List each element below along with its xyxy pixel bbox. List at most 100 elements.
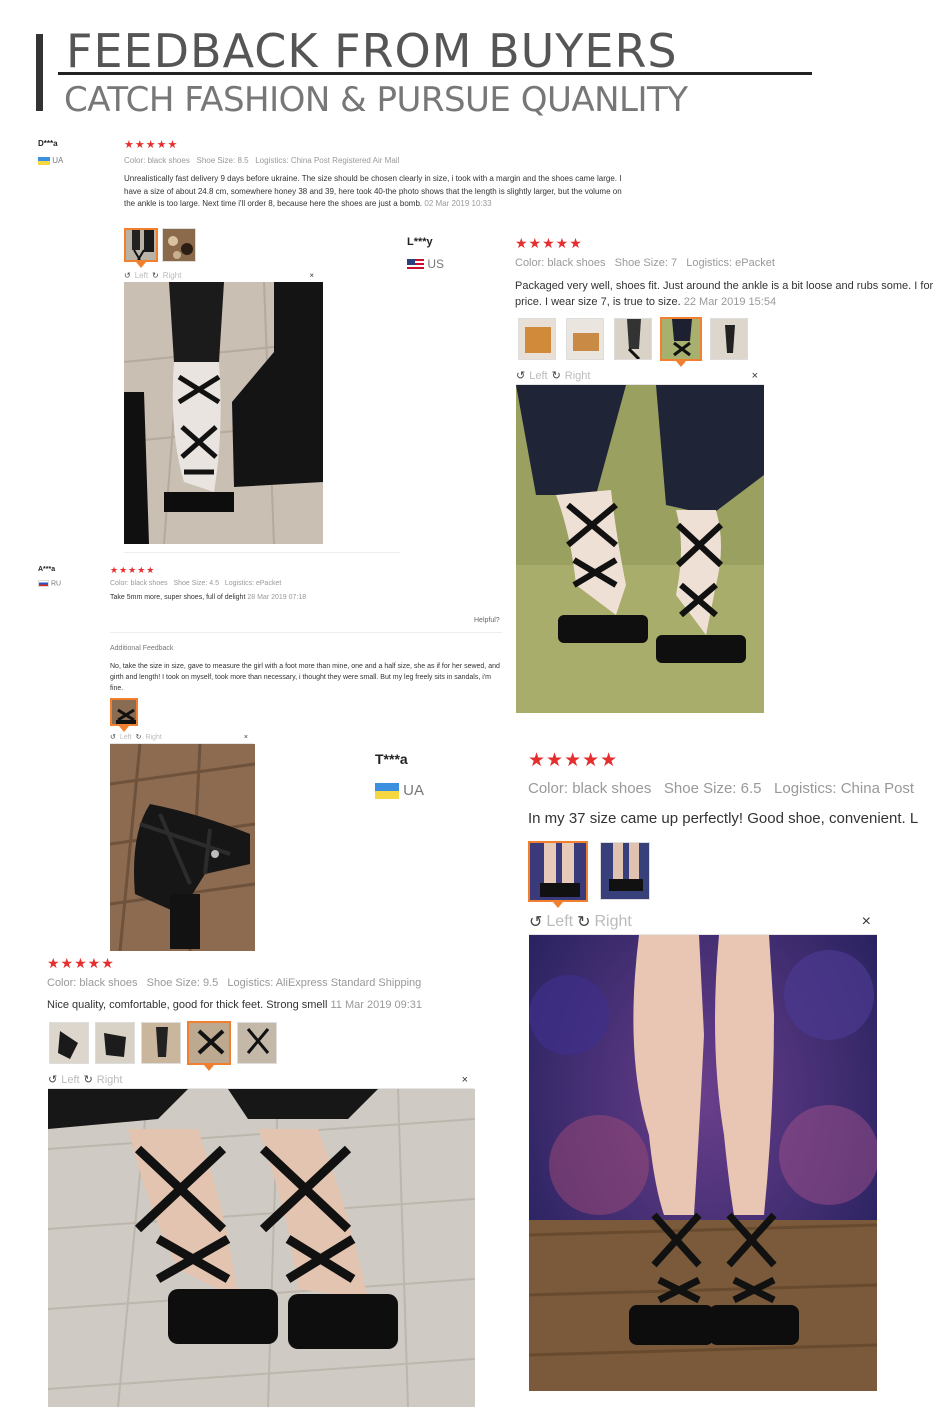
review-thumbnail[interactable]	[566, 318, 604, 360]
review-thumbnail[interactable]	[660, 317, 702, 361]
review-thumbnail[interactable]	[710, 318, 748, 360]
rotate-left-button[interactable]: Left	[529, 370, 547, 382]
logistics-label: Logistics:	[227, 977, 274, 989]
usa-flag-icon	[407, 259, 424, 271]
review-meta: Color: black shoes Shoe Size: 7 Logistic…	[515, 257, 775, 269]
star-rating: ★★★★★	[515, 235, 583, 251]
russia-flag-icon	[38, 580, 49, 587]
close-icon[interactable]: ×	[244, 734, 248, 741]
color-value: black shoes	[572, 780, 652, 797]
rotate-left-icon[interactable]: ↺	[124, 271, 131, 280]
review-thumbnail[interactable]	[95, 1022, 135, 1064]
rotate-right-icon[interactable]: ↻	[577, 912, 590, 932]
review-text: Packaged very well, shoes fit. Just arou…	[515, 278, 947, 310]
review-body: Unrealistically fast delivery 9 days bef…	[124, 174, 622, 208]
rotate-right-icon[interactable]: ↻	[552, 369, 561, 382]
rotate-left-icon[interactable]: ↺	[529, 912, 542, 932]
additional-feedback-label: Additional Feedback	[110, 645, 174, 652]
star-rating: ★★★★★	[47, 955, 115, 971]
rotate-left-icon[interactable]: ↺	[110, 733, 116, 741]
rotate-right-button[interactable]: Right	[145, 734, 161, 741]
review-thumbnail[interactable]	[124, 228, 158, 262]
title-underline	[58, 72, 812, 75]
helpful-button[interactable]: Helpful?	[474, 617, 500, 624]
close-icon[interactable]: ×	[309, 271, 314, 280]
header-accent-bar	[36, 34, 43, 111]
rotate-left-icon[interactable]: ↺	[48, 1073, 57, 1086]
rotate-left-button[interactable]: Left	[135, 271, 148, 280]
logistics-value: ePacket	[735, 257, 775, 269]
size-value: 7	[670, 257, 678, 269]
review-thumbnail[interactable]	[110, 698, 138, 726]
review-thumbnail[interactable]	[614, 318, 652, 360]
review-body: Nice quality, comfortable, good for thic…	[47, 999, 328, 1011]
color-label: Color:	[124, 156, 146, 165]
close-icon[interactable]: ×	[752, 370, 758, 382]
rotate-right-icon[interactable]: ↻	[84, 1073, 93, 1086]
color-label: Color:	[528, 780, 569, 797]
logistics-label: Logistics:	[255, 156, 289, 165]
size-value: 8.5	[237, 156, 249, 165]
color-label: Color:	[47, 977, 77, 989]
image-viewer-toolbar: ↺ Left ↻ Right ×	[529, 910, 877, 935]
rotate-right-icon[interactable]: ↻	[152, 271, 159, 280]
additional-feedback-text: No, take the size in size, gave to measu…	[110, 663, 500, 692]
rotate-left-button[interactable]: Left	[546, 913, 573, 931]
size-value: 6.5	[740, 780, 762, 797]
rotate-right-button[interactable]: Right	[163, 271, 182, 280]
close-icon[interactable]: ×	[462, 1074, 468, 1086]
ukraine-flag-icon	[38, 156, 50, 165]
review-thumbnail[interactable]	[237, 1022, 277, 1064]
logistics-label: Logistics:	[774, 780, 837, 797]
ukraine-flag-icon	[375, 783, 399, 800]
review-thumbnail[interactable]	[518, 318, 556, 360]
review-photo	[516, 385, 764, 713]
review-meta: Color: black shoes Shoe Size: 8.5 Logist…	[124, 156, 399, 165]
country-code: UA	[403, 782, 425, 799]
review-meta: Color: black shoes Shoe Size: 4.5 Logist…	[110, 580, 281, 587]
reviewer-country: UA	[375, 782, 425, 800]
close-icon[interactable]: ×	[862, 913, 871, 931]
review-thumbnail[interactable]	[528, 841, 588, 902]
rotate-right-button[interactable]: Right	[97, 1074, 123, 1086]
page-title: FEEDBACK FROM BUYERS	[66, 24, 678, 78]
country-code: UA	[52, 156, 64, 165]
color-label: Color:	[515, 257, 545, 269]
color-value: black shoes	[147, 156, 190, 165]
image-viewer-toolbar: ↺ Left ↻ Right ×	[48, 1071, 474, 1089]
reviewer-name: L***y	[407, 236, 433, 248]
review-thumbnail[interactable]	[49, 1022, 89, 1064]
review-thumbnail[interactable]	[162, 228, 196, 262]
rotate-right-icon[interactable]: ↻	[136, 733, 142, 741]
color-value: black shoes	[79, 977, 138, 989]
review-date: 28 Mar 2019 07:18	[247, 594, 307, 601]
logistics-value: AliExpress Standard Shipping	[275, 977, 422, 989]
review-text: Nice quality, comfortable, good for thic…	[47, 999, 422, 1011]
review-photo	[110, 744, 255, 951]
color-value: black shoes	[547, 257, 606, 269]
size-label: Shoe Size:	[663, 780, 737, 797]
reviewer-country: UA	[38, 156, 63, 165]
rotate-right-button[interactable]: Right	[595, 913, 632, 931]
reviewer-country: RU	[38, 580, 61, 587]
review-thumbnail[interactable]	[600, 842, 650, 900]
image-viewer-toolbar: ↺ Left ↻ Right ×	[516, 367, 764, 385]
review-body: Take 5mm more, super shoes, full of deli…	[110, 594, 246, 601]
size-label: Shoe Size:	[196, 156, 236, 165]
review-photo	[124, 282, 323, 544]
rotate-left-button[interactable]: Left	[120, 734, 132, 741]
rotate-left-button[interactable]: Left	[61, 1074, 79, 1086]
review-thumbnail[interactable]	[187, 1021, 231, 1065]
country-code: US	[427, 257, 445, 271]
review-meta: Color: black shoes Shoe Size: 6.5 Logist…	[528, 780, 914, 797]
reviewer-name: D***a	[38, 139, 58, 148]
review-photo	[529, 935, 877, 1391]
review-photo	[48, 1089, 475, 1407]
review-date: 11 Mar 2019 09:31	[330, 999, 423, 1011]
rotate-left-icon[interactable]: ↺	[516, 369, 525, 382]
logistics-label: Logistics:	[686, 257, 733, 269]
page-subtitle: CATCH FASHION & PURSUE QUANLITY	[64, 80, 688, 120]
review-thumbnail[interactable]	[141, 1022, 181, 1064]
review-text: Take 5mm more, super shoes, full of deli…	[110, 594, 306, 601]
rotate-right-button[interactable]: Right	[565, 370, 591, 382]
